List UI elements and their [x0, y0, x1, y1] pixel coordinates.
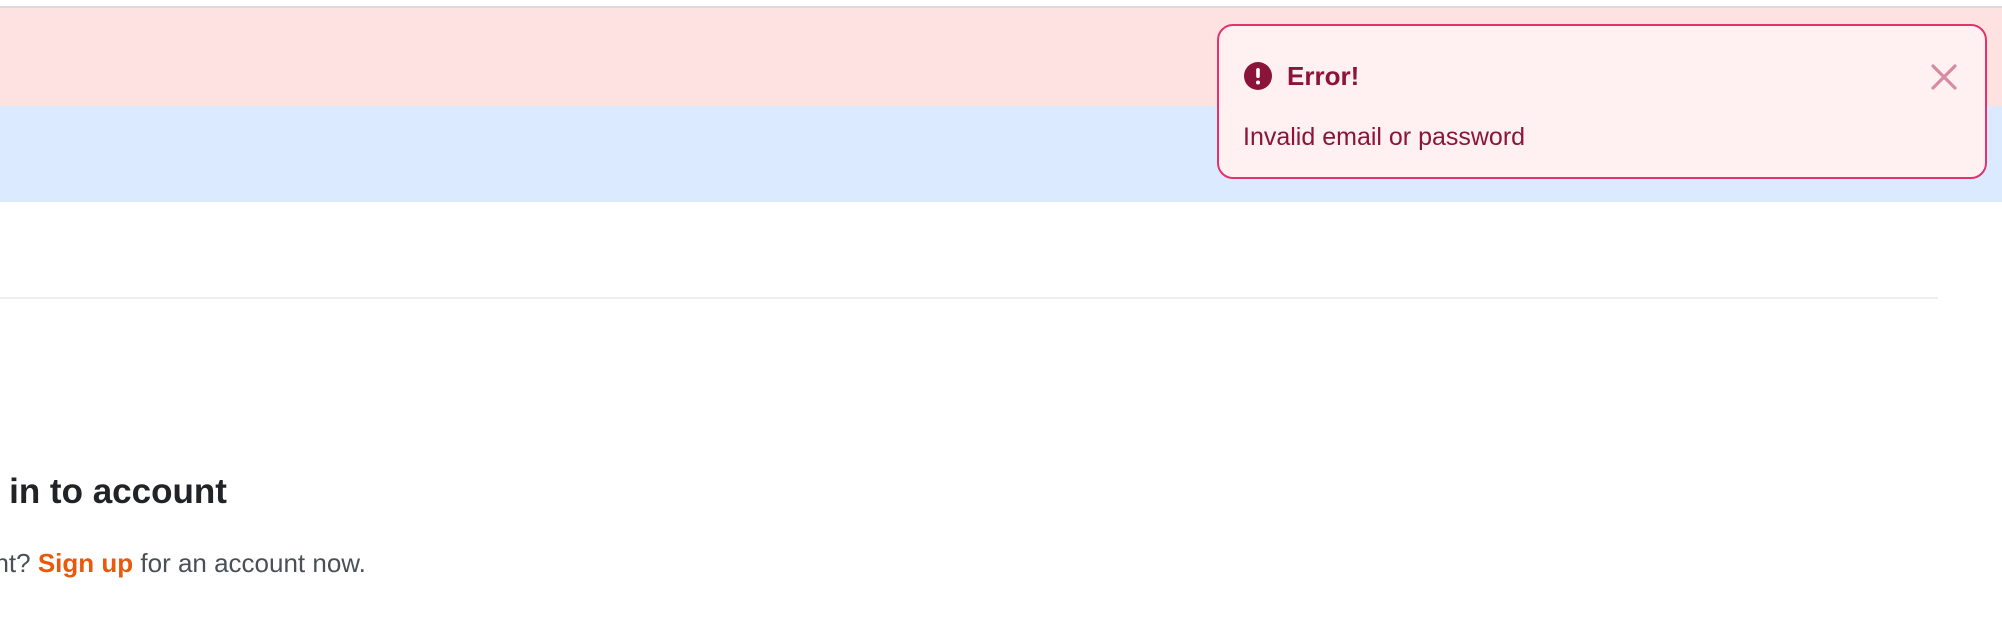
toast-message: Invalid email or password — [1243, 123, 1526, 151]
top-rule — [0, 0, 2002, 8]
signup-link[interactable]: Sign up — [38, 548, 133, 578]
error-toast: Error! Invalid email or password — [1217, 24, 1987, 179]
signup-prompt-suffix: for an account now. — [133, 548, 366, 578]
signup-prompt: unt? Sign up for an account now. — [0, 545, 366, 581]
page: n in to account unt? Sign up for an acco… — [0, 0, 2002, 640]
exclamation-circle-icon — [1243, 61, 1273, 91]
section-divider — [0, 297, 1938, 299]
close-icon — [1929, 64, 1959, 95]
toast-close-button[interactable] — [1929, 62, 1959, 92]
signin-title: n in to account — [0, 472, 227, 511]
toast-header: Error! — [1243, 60, 1359, 92]
signup-prompt-prefix: unt? — [0, 548, 31, 578]
toast-title: Error! — [1287, 61, 1360, 91]
